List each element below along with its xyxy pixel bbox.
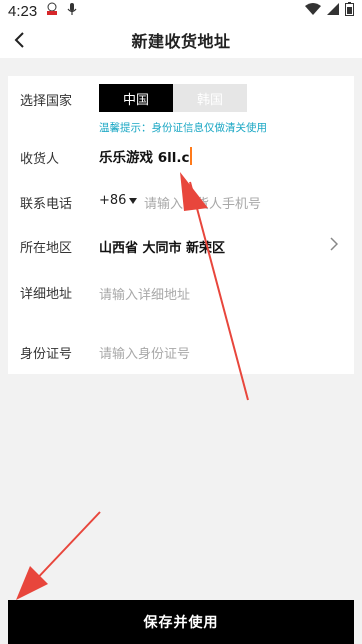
- phone-input[interactable]: 请输入收货人手机号: [144, 193, 261, 212]
- annotation-arrow-down: [16, 511, 101, 600]
- country-hint: 温馨提示：身份证信息仅做清关使用: [99, 122, 267, 134]
- receiver-label: 收货人: [20, 152, 60, 167]
- chevron-left-icon: [14, 32, 24, 48]
- microphone-icon: [67, 2, 77, 20]
- detail-address-input[interactable]: 请输入详细地址: [99, 284, 190, 303]
- detail-label: 详细地址: [20, 287, 73, 302]
- battery-icon: [345, 2, 354, 20]
- country-code-value: +86: [99, 193, 127, 208]
- signal-icon: [327, 3, 339, 19]
- region-label: 所在地区: [20, 241, 73, 256]
- country-code-select[interactable]: +86: [99, 193, 138, 208]
- status-right: [305, 2, 354, 20]
- back-button[interactable]: [6, 26, 34, 54]
- receiver-input[interactable]: 乐乐游戏 6ll.c: [99, 146, 193, 166]
- address-form: 选择国家 中国 韩国 温馨提示：身份证信息仅做清关使用 收货人 乐乐游戏 6ll…: [8, 76, 354, 374]
- page-title: 新建收货地址: [131, 32, 231, 51]
- id-label: 身份证号: [20, 347, 73, 362]
- app-notification-icon: [45, 2, 59, 20]
- tab-korea[interactable]: 韩国: [173, 84, 247, 112]
- status-left: 4:23: [8, 2, 77, 20]
- receiver-value: 乐乐游戏 6ll.c: [99, 150, 190, 166]
- country-label: 选择国家: [20, 94, 73, 109]
- text-caret: [190, 147, 193, 165]
- country-tabs: 中国 韩国: [99, 84, 247, 112]
- wifi-icon: [305, 3, 321, 19]
- id-number-input[interactable]: 请输入身份证号: [99, 343, 190, 362]
- region-select[interactable]: 山西省 大同市 新荣区: [99, 237, 225, 256]
- phone-label: 联系电话: [20, 197, 73, 212]
- status-time: 4:23: [8, 2, 38, 20]
- tab-china[interactable]: 中国: [99, 84, 173, 112]
- title-bar: 新建收货地址: [0, 22, 362, 58]
- caret-down-icon: [129, 197, 138, 204]
- save-and-use-button[interactable]: 保存并使用: [8, 600, 354, 644]
- chevron-right-icon[interactable]: [330, 236, 339, 255]
- status-bar: 4:23: [0, 0, 362, 22]
